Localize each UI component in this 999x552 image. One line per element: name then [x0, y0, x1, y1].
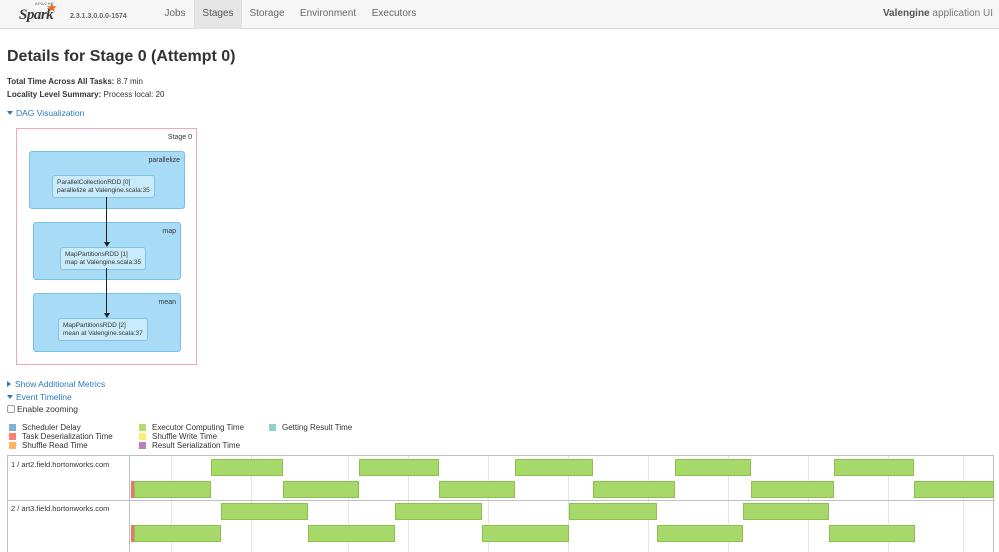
legend-result-serialization: Result Serialization Time: [139, 441, 240, 450]
event-timeline-toggle[interactable]: Event Timeline: [7, 392, 72, 402]
top-navbar: APACHE Spark ★ 2.3.1.3.0.0.0-1574 Jobs S…: [0, 0, 999, 29]
executor-label-1: 1 / art2.field.hortonworks.com: [11, 460, 110, 469]
dag-cluster-label: parallelize: [148, 157, 180, 164]
legend-label: Shuffle Write Time: [152, 432, 218, 441]
dag-node-name: MapPartitionsRDD [1]: [65, 251, 128, 258]
chevron-right-icon: [7, 381, 11, 387]
dag-edge-0-1: [106, 197, 107, 243]
legend-scheduler-delay: Scheduler Delay: [9, 423, 81, 432]
legend-label: Executor Computing Time: [152, 423, 245, 432]
chevron-down-icon: [7, 395, 13, 399]
legend-swatch: [139, 433, 146, 440]
show-additional-metrics-label: Show Additional Metrics: [15, 379, 106, 389]
dag-arrowhead-icon: [104, 313, 110, 318]
task-bar[interactable]: [283, 481, 359, 498]
dag-cluster-mean: mean MapPartitionsRDD [2] mean at Valeng…: [33, 293, 181, 352]
dag-node-name: ParallelCollectionRDD [0]: [57, 179, 131, 186]
task-bar[interactable]: [134, 481, 211, 498]
legend-swatch: [139, 442, 146, 449]
legend-swatch: [139, 424, 146, 431]
legend-executor-computing: Executor Computing Time: [139, 423, 244, 432]
app-name-bold: Valengine: [882, 8, 930, 19]
show-additional-metrics-toggle[interactable]: Show Additional Metrics: [7, 379, 105, 389]
dag-cluster-parallelize: parallelize ParallelCollectionRDD [0] pa…: [29, 151, 185, 209]
dag-visualization-toggle[interactable]: DAG Visualization: [7, 108, 84, 118]
locality-summary: Locality Level Summary: Process local: 2…: [7, 90, 164, 99]
dag-visualization-label: DAG Visualization: [16, 108, 85, 118]
task-bar[interactable]: [308, 525, 395, 542]
event-timeline-chart[interactable]: 1 / art2.field.hortonworks.com 2 / art3.…: [7, 455, 995, 552]
spark-star-icon: ★: [46, 0, 58, 15]
legend-swatch: [9, 442, 16, 449]
timeline-row-divider: [8, 500, 995, 501]
task-bar[interactable]: [395, 503, 482, 520]
application-name: Valengine application UI: [883, 0, 993, 28]
event-timeline-label: Event Timeline: [16, 392, 72, 402]
spark-logo[interactable]: APACHE Spark ★: [15, 0, 75, 26]
dag-node-name: MapPartitionsRDD [2]: [63, 322, 126, 329]
task-bar[interactable]: [134, 525, 221, 542]
tab-jobs[interactable]: Jobs: [156, 0, 194, 29]
dag-node-callsite: parallelize at Valengine.scala:35: [57, 186, 150, 194]
timeline-executor-column: 1 / art2.field.hortonworks.com 2 / art3.…: [8, 456, 130, 552]
task-bar[interactable]: [743, 503, 829, 520]
legend-getting-result: Getting Result Time: [269, 423, 352, 432]
legend-label: Shuffle Read Time: [22, 441, 88, 450]
legend-task-deserialization: Task Deserialization Time: [9, 432, 113, 441]
total-time-label: Total Time Across All Tasks:: [7, 77, 115, 86]
dag-node-callsite: mean at Valengine.scala:37: [63, 329, 143, 337]
task-bar[interactable]: [515, 459, 593, 476]
task-bar[interactable]: [751, 481, 834, 498]
dag-node-callsite: map at Valengine.scala:35: [65, 258, 142, 266]
locality-value: Process local: 20: [101, 90, 165, 99]
tab-environment[interactable]: Environment: [292, 0, 364, 29]
page-title: Details for Stage 0 (Attempt 0): [7, 48, 236, 65]
dag-cluster-label: map: [162, 228, 176, 235]
executor-label-2: 2 / art3.field.hortonworks.com: [11, 504, 110, 513]
legend-shuffle-write: Shuffle Write Time: [139, 432, 217, 441]
total-time-summary: Total Time Across All Tasks: 8.7 min: [7, 77, 143, 86]
legend-label: Getting Result Time: [282, 423, 353, 432]
task-bar[interactable]: [675, 459, 751, 476]
legend-swatch: [269, 424, 276, 431]
task-bar[interactable]: [657, 525, 743, 542]
timeline-gridline: [963, 456, 964, 552]
task-bar[interactable]: [593, 481, 675, 498]
task-bar[interactable]: [359, 459, 439, 476]
enable-zooming-checkbox[interactable]: [7, 405, 15, 413]
dag-stage-label: Stage 0: [167, 134, 192, 141]
spark-version: 2.3.1.3.0.0.0-1574: [70, 13, 127, 20]
task-bar[interactable]: [439, 481, 515, 498]
app-name-suffix: application UI: [929, 8, 993, 19]
task-bar[interactable]: [834, 459, 914, 476]
dag-node-rdd-2[interactable]: MapPartitionsRDD [2] mean at Valengine.s…: [58, 318, 148, 341]
dag-edge-1-2: [106, 268, 107, 314]
legend-label: Task Deserialization Time: [22, 432, 113, 441]
legend-swatch: [9, 424, 16, 431]
dag-node-rdd-1[interactable]: MapPartitionsRDD [1] map at Valengine.sc…: [60, 247, 147, 270]
task-bar[interactable]: [221, 503, 308, 520]
locality-label: Locality Level Summary:: [7, 90, 102, 99]
task-bar[interactable]: [482, 525, 569, 542]
chevron-down-icon: [7, 111, 13, 115]
dag-arrowhead-icon: [104, 242, 110, 247]
tab-storage[interactable]: Storage: [242, 0, 292, 29]
task-bar[interactable]: [211, 459, 283, 476]
task-bar[interactable]: [914, 481, 994, 498]
dag-node-rdd-0[interactable]: ParallelCollectionRDD [0] parallelize at…: [52, 175, 155, 198]
task-bar[interactable]: [569, 503, 657, 520]
legend-label: Scheduler Delay: [22, 423, 81, 432]
task-bar[interactable]: [829, 525, 915, 542]
legend-swatch: [9, 433, 16, 440]
legend-shuffle-read: Shuffle Read Time: [9, 441, 88, 450]
enable-zooming-label: Enable zooming: [17, 404, 78, 414]
tab-stages[interactable]: Stages: [194, 0, 242, 29]
tab-executors[interactable]: Executors: [364, 0, 424, 29]
dag-cluster-label: mean: [158, 299, 176, 306]
legend-label: Result Serialization Time: [152, 441, 241, 450]
total-time-value: 8.7 min: [114, 77, 143, 86]
dag-cluster-map: map MapPartitionsRDD [1] map at Valengin…: [33, 222, 181, 280]
